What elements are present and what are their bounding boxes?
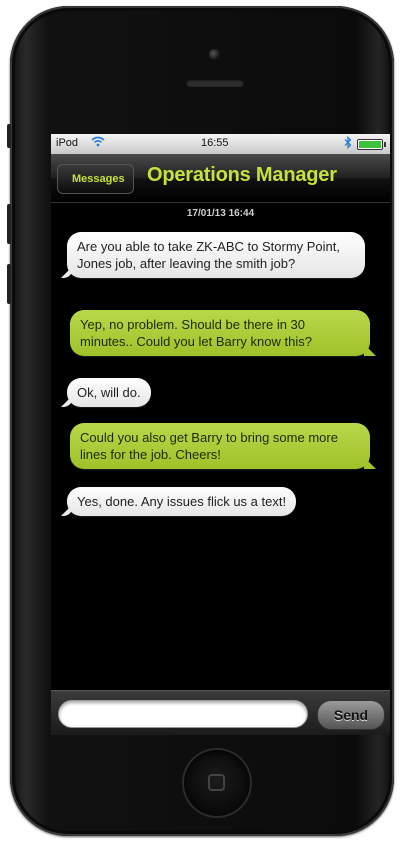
message-text: Ok, will do. <box>77 385 141 400</box>
conversation-timestamp: 17/01/13 16:44 <box>186 208 255 219</box>
send-button[interactable]: Send <box>317 700 385 730</box>
message-input[interactable] <box>58 700 308 728</box>
message-text: Could you also get Barry to bring some m… <box>80 430 338 462</box>
message-bubble-outgoing: Yep, no problem. Should be there in 30 m… <box>70 310 370 356</box>
back-button-label: Messages <box>72 173 125 185</box>
message-bubble-incoming: Yes, done. Any issues flick us a text! <box>67 487 297 516</box>
bluetooth-icon <box>344 135 352 152</box>
home-button[interactable] <box>182 748 252 818</box>
message-bubble-incoming: Are you able to take ZK-ABC to Stormy Po… <box>67 232 365 278</box>
carrier-label: iPod <box>56 137 79 149</box>
navigation-bar: Messages Operations Manager <box>51 154 390 203</box>
clock: 16:55 <box>201 137 229 149</box>
message-text: Are you able to take ZK-ABC to Stormy Po… <box>77 239 341 271</box>
battery-icon <box>357 139 386 150</box>
home-icon <box>208 774 225 791</box>
volume-down-button <box>7 264 11 304</box>
message-text: Yep, no problem. Should be there in 30 m… <box>80 317 312 349</box>
wifi-icon <box>91 136 105 150</box>
status-bar: iPod 16:55 <box>51 134 390 154</box>
messages-back-button[interactable]: Messages <box>57 164 134 194</box>
volume-up-button <box>7 204 11 244</box>
phone-frame: iPod 16:55 Messages Operations Manager 1… <box>7 6 394 836</box>
screen: iPod 16:55 Messages Operations Manager 1… <box>51 134 390 735</box>
earpiece-speaker <box>186 79 244 87</box>
mute-switch <box>7 124 11 148</box>
front-camera <box>209 49 220 60</box>
conversation-title: Operations Manager <box>147 164 337 186</box>
compose-bar: Send <box>51 690 390 735</box>
message-text: Yes, done. Any issues flick us a text! <box>77 494 287 509</box>
message-bubble-outgoing: Could you also get Barry to bring some m… <box>70 423 370 469</box>
message-bubble-incoming: Ok, will do. <box>67 378 151 407</box>
